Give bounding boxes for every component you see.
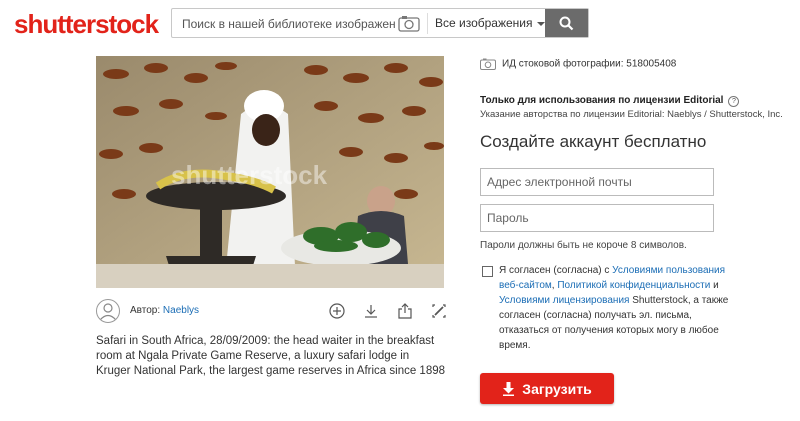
- author-link[interactable]: Naeblys: [163, 305, 199, 316]
- stock-id: ИД стоковой фотографии: 518005408: [480, 58, 676, 70]
- shutterstock-logo[interactable]: shutterstock: [14, 9, 159, 40]
- author-label: Автор:: [130, 305, 161, 316]
- editorial-title: Только для использования по лицензии Edi…: [480, 95, 724, 106]
- camera-icon[interactable]: [398, 15, 420, 37]
- edit-image-icon[interactable]: [430, 302, 448, 320]
- terms-text-3: и: [710, 280, 719, 291]
- password-field[interactable]: [480, 204, 714, 232]
- avatar[interactable]: [96, 299, 120, 323]
- terms-text: Я согласен (согласна) с Условиями пользо…: [499, 263, 729, 353]
- search-icon: [559, 16, 574, 30]
- search-bar: Все изображения: [171, 8, 589, 38]
- search-button[interactable]: [545, 9, 588, 37]
- email-input[interactable]: [481, 169, 713, 195]
- licensing-terms-link[interactable]: Условиями лицензирования: [499, 295, 629, 306]
- add-to-collection-icon[interactable]: [328, 302, 346, 320]
- author-row: Автор: Naeblys: [96, 299, 446, 325]
- help-icon[interactable]: ?: [728, 96, 740, 107]
- chevron-down-icon: [536, 21, 545, 26]
- password-hint: Пароли должны быть не короче 8 символов.: [480, 240, 687, 251]
- password-input[interactable]: [481, 205, 713, 231]
- upload-label: Загрузить: [522, 380, 592, 397]
- signup-title: Создайте аккаунт бесплатно: [480, 132, 707, 151]
- terms-checkbox[interactable]: [482, 266, 493, 277]
- upload-button[interactable]: Загрузить: [480, 373, 614, 404]
- search-separator: [427, 13, 428, 34]
- stock-photo[interactable]: shutterstock: [96, 56, 444, 288]
- stock-id-text: ИД стоковой фотографии: 518005408: [502, 58, 677, 70]
- camera-icon: [480, 58, 496, 70]
- editorial-notice: Только для использования по лицензии Edi…: [480, 95, 740, 107]
- email-field[interactable]: [480, 168, 714, 196]
- search-input[interactable]: [180, 14, 398, 34]
- terms-text-1: Я согласен (согласна) с: [499, 265, 613, 276]
- download-icon: [503, 381, 515, 396]
- photo-caption: Safari in South Africa, 28/09/2009: the …: [96, 335, 446, 377]
- privacy-policy-link[interactable]: Политикой конфиденциальности: [557, 280, 710, 291]
- author-info: Автор: Naeblys: [130, 305, 199, 316]
- download-icon[interactable]: [362, 302, 380, 320]
- image-type-label: Все изображения: [435, 16, 533, 30]
- photo-watermark: shutterstock: [171, 160, 328, 190]
- share-icon[interactable]: [396, 302, 414, 320]
- image-type-dropdown[interactable]: Все изображения: [435, 16, 545, 30]
- editorial-credit: Указание авторства по лицензии Editorial…: [480, 109, 783, 120]
